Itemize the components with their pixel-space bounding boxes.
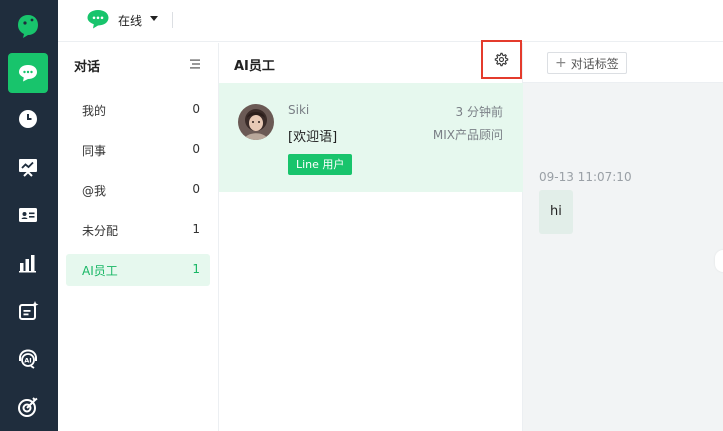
status-label[interactable]: 在线 (118, 12, 142, 29)
rail-item-monitor[interactable] (8, 147, 48, 187)
category-count: 0 (192, 182, 200, 196)
contact-name: Siki (288, 103, 310, 117)
conversation-time: 3 分钟前 (455, 105, 503, 119)
chat-panel: + 对话标签 09-13 11:07:10 hi (523, 43, 723, 431)
rail-item-ai-agent[interactable]: AI (8, 339, 48, 379)
category-count: 0 (192, 142, 200, 156)
rail-item-reports[interactable] (8, 243, 48, 283)
category-label: 我的 (82, 104, 107, 118)
conversation-list: AI员工 Siki 3 分钟前 [欢迎语] MIX产品顾问 Line 用户 (219, 40, 523, 431)
top-bar: 在线 (58, 0, 723, 42)
chat-header: + 对话标签 (523, 43, 723, 83)
rail-item-marketing[interactable] (8, 387, 48, 427)
last-message: [欢迎语] (288, 130, 338, 145)
category-count: 1 (192, 262, 200, 276)
target-icon (18, 397, 38, 417)
user-avatar-image (238, 104, 274, 140)
divider (172, 12, 173, 28)
list-title: AI员工 (234, 59, 275, 74)
monitor-chart-icon (19, 159, 37, 177)
svg-text:AI: AI (24, 357, 31, 365)
category-label: 同事 (82, 144, 107, 158)
category-label: 未分配 (82, 224, 119, 238)
category-label: @我 (82, 184, 107, 198)
rail-item-history[interactable] (8, 99, 48, 139)
ai-headset-icon: AI (19, 349, 37, 369)
contact-card-icon (19, 208, 37, 222)
caret-down-icon[interactable] (150, 16, 158, 21)
category-count: 0 (192, 102, 200, 116)
category-label: AI员工 (82, 264, 118, 278)
category-count: 1 (192, 222, 200, 236)
categories-title: 对话 (74, 60, 101, 75)
rail-item-ai[interactable] (8, 291, 48, 331)
message-timestamp: 09-13 11:07:10 (539, 170, 632, 184)
panel-toggle-handle[interactable] (715, 250, 723, 272)
category-mine[interactable]: 我的 0 (66, 94, 210, 126)
settings-button[interactable] (481, 40, 522, 79)
rail-item-contacts[interactable] (8, 195, 48, 235)
tag-button-label: 对话标签 (570, 56, 619, 71)
channel-badge: Line 用户 (288, 154, 353, 175)
app-logo-icon (18, 15, 38, 38)
conversation-item[interactable]: Siki 3 分钟前 [欢迎语] MIX产品顾问 Line 用户 (219, 83, 523, 192)
online-status-icon (87, 10, 109, 29)
avatar (238, 104, 274, 140)
bar-chart-icon (19, 255, 36, 273)
chat-bubble-icon (19, 65, 37, 82)
add-conversation-tag-button[interactable]: + 对话标签 (547, 52, 627, 74)
category-colleagues[interactable]: 同事 0 (66, 134, 210, 166)
clock-icon (19, 110, 37, 128)
conversation-categories: 对话 我的 0 同事 0 @我 0 未分配 1 AI员工 1 (58, 43, 219, 431)
message-bubble: hi (539, 190, 573, 234)
collapse-menu-icon[interactable] (189, 58, 201, 70)
rail-item-chat[interactable] (8, 53, 48, 93)
category-unassigned[interactable]: 未分配 1 (66, 214, 210, 246)
ai-spark-icon (19, 301, 39, 320)
gear-icon (494, 52, 509, 67)
category-ai-staff[interactable]: AI员工 1 (66, 254, 210, 286)
plus-icon: + (555, 55, 567, 71)
list-header: AI员工 (219, 40, 523, 83)
nav-rail: AI (0, 0, 58, 431)
assigned-agent: MIX产品顾问 (432, 128, 503, 142)
category-mentions[interactable]: @我 0 (66, 174, 210, 206)
